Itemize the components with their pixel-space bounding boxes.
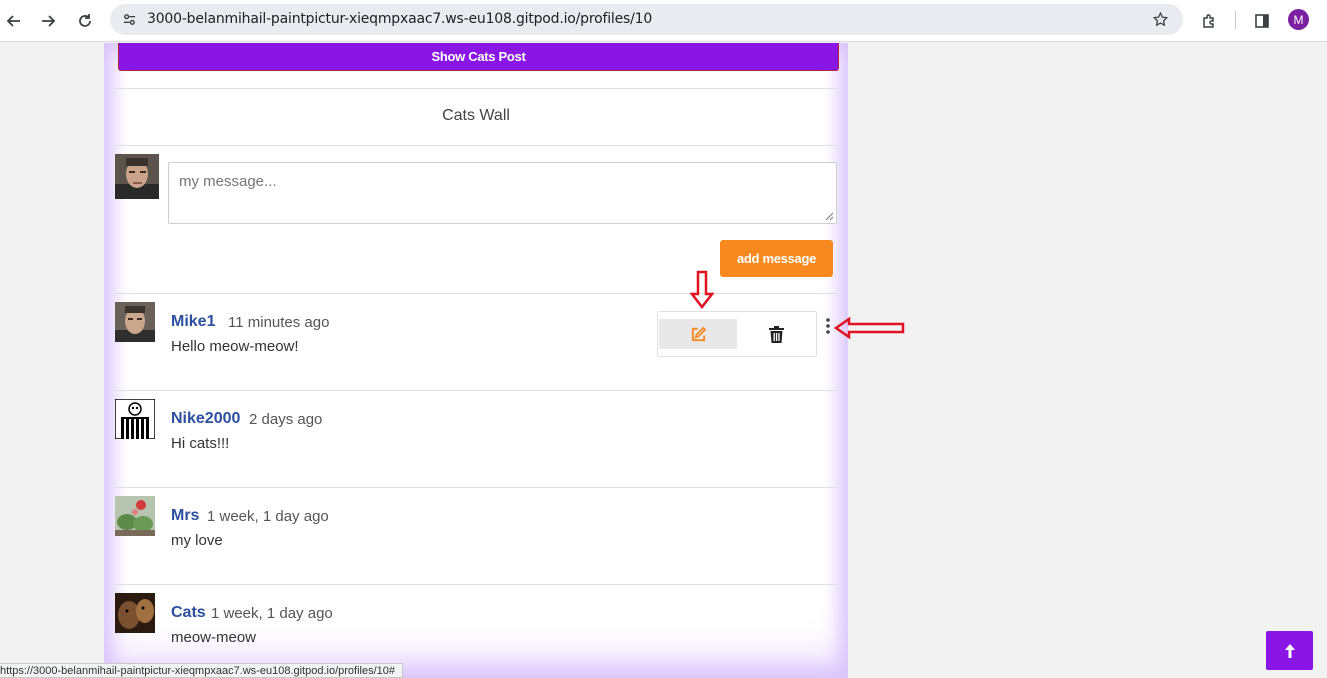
post-text: my love bbox=[171, 532, 223, 549]
bookmark-star-icon[interactable] bbox=[1152, 11, 1169, 28]
add-message-button[interactable]: add message bbox=[720, 240, 833, 277]
annotation-left-arrow bbox=[833, 316, 905, 340]
message-input[interactable] bbox=[168, 162, 837, 224]
trash-icon bbox=[768, 325, 784, 343]
side-panel-icon[interactable] bbox=[1249, 8, 1275, 34]
user-avatar bbox=[115, 496, 155, 536]
annotation-down-arrow bbox=[690, 270, 714, 310]
user-avatar bbox=[115, 302, 155, 342]
page-title: Cats Wall bbox=[442, 107, 510, 124]
post-text: meow-meow bbox=[171, 629, 257, 646]
status-bar-url: https://3000-belanmihail-paintpictur-xie… bbox=[0, 663, 404, 678]
post-time: 2 days ago bbox=[249, 411, 323, 428]
post-username[interactable]: Mrs bbox=[171, 507, 199, 525]
post-time: 11 minutes ago bbox=[228, 314, 330, 331]
show-cats-post-button[interactable]: Show Cats Post bbox=[118, 43, 839, 71]
user-avatar bbox=[115, 399, 155, 439]
reload-icon[interactable] bbox=[72, 8, 98, 34]
forward-icon[interactable] bbox=[35, 8, 61, 34]
profile-avatar[interactable]: M bbox=[1288, 9, 1309, 30]
post-username[interactable]: Nike2000 bbox=[171, 410, 240, 428]
post-time: 1 week, 1 day ago bbox=[211, 605, 333, 622]
current-user-avatar bbox=[115, 154, 159, 199]
cats-wall-column: Show Cats Post Cats Wall add message Mik… bbox=[104, 43, 848, 678]
delete-button[interactable] bbox=[757, 319, 795, 349]
post-text: Hi cats!!! bbox=[171, 435, 230, 452]
back-icon[interactable] bbox=[1, 8, 27, 34]
post-item: Mrs 1 week, 1 day ago my love bbox=[115, 487, 837, 583]
extensions-icon[interactable] bbox=[1196, 8, 1222, 34]
browser-toolbar: 3000-belanmihail-paintpictur-xieqmpxaac7… bbox=[0, 0, 1327, 42]
more-options-icon[interactable] bbox=[824, 318, 832, 334]
url-text[interactable]: 3000-belanmihail-paintpictur-xieqmpxaac7… bbox=[147, 11, 652, 27]
post-time: 1 week, 1 day ago bbox=[207, 508, 329, 525]
edit-icon bbox=[691, 326, 706, 341]
toolbar-separator bbox=[1235, 11, 1236, 29]
site-info-icon[interactable] bbox=[122, 12, 137, 27]
resize-handle-icon[interactable] bbox=[824, 211, 834, 221]
user-avatar bbox=[115, 593, 155, 633]
divider bbox=[115, 88, 837, 89]
post-username[interactable]: Mike1 bbox=[171, 313, 215, 331]
post-username[interactable]: Cats bbox=[171, 604, 206, 622]
post-item: Nike2000 2 days ago Hi cats!!! bbox=[115, 390, 837, 486]
post-actions-menu bbox=[657, 311, 817, 357]
post-text: Hello meow-meow! bbox=[171, 338, 299, 355]
address-bar[interactable]: 3000-belanmihail-paintpictur-xieqmpxaac7… bbox=[110, 4, 1183, 35]
scroll-to-top-button[interactable] bbox=[1266, 631, 1313, 670]
arrow-up-icon bbox=[1284, 643, 1295, 658]
divider bbox=[115, 145, 837, 146]
edit-button[interactable] bbox=[659, 319, 737, 349]
